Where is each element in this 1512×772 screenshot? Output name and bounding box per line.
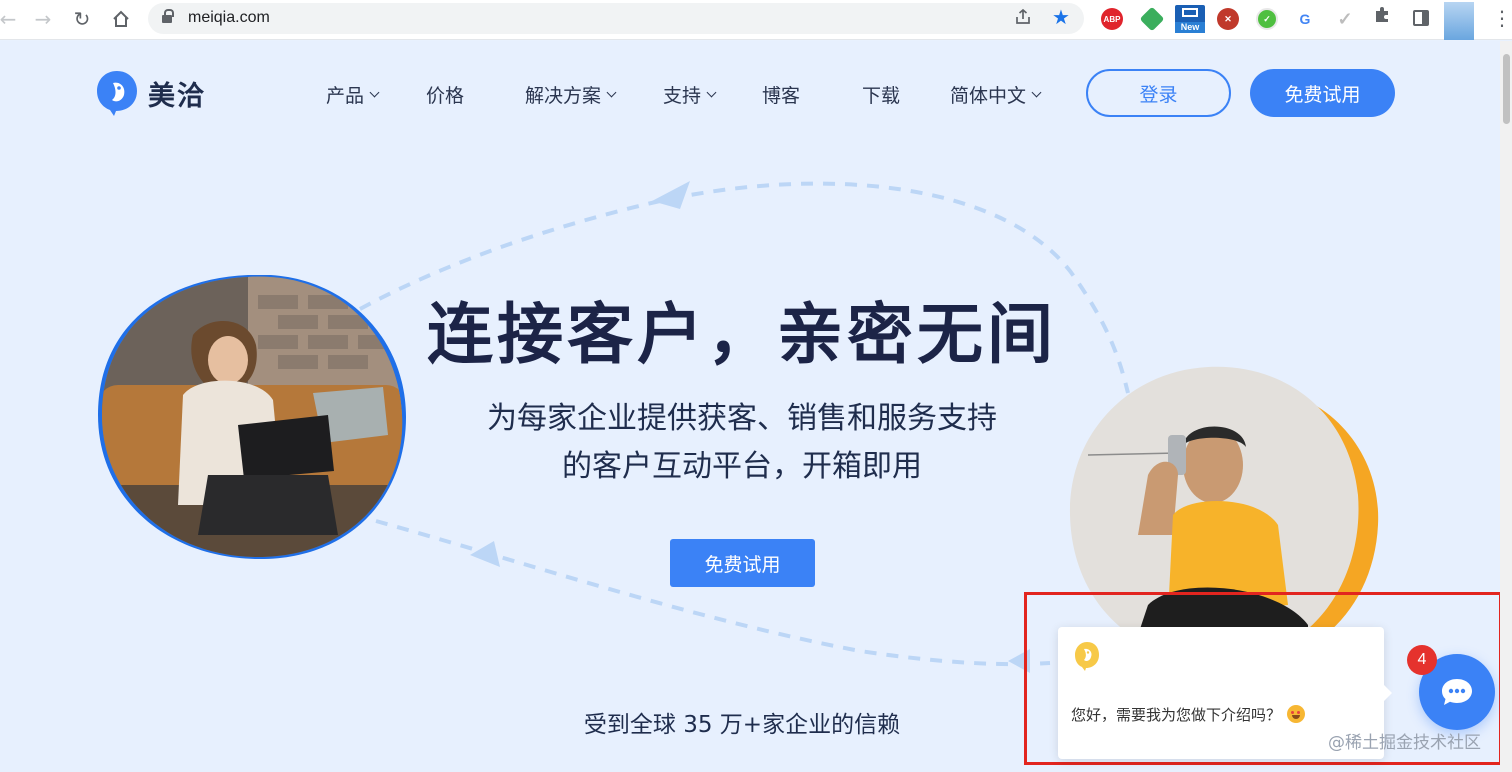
share-icon[interactable] bbox=[1014, 8, 1032, 31]
red-extension-icon[interactable]: ✕ bbox=[1217, 8, 1239, 30]
url-text[interactable]: meiqia.com bbox=[188, 9, 270, 27]
page-scrollbar[interactable] bbox=[1500, 41, 1512, 772]
chat-greeting-text: 您好，需要我为您做下介绍吗？ bbox=[1071, 704, 1306, 725]
page-content: 美洽 产品 价格 解决方案 支持 博客 下载 简体中文 登录 免费试用 连接客户… bbox=[0, 41, 1512, 772]
lock-icon bbox=[162, 9, 174, 24]
nav-item-language[interactable]: 简体中文 bbox=[950, 81, 1042, 108]
side-panel-icon[interactable] bbox=[1413, 10, 1429, 26]
unread-count-badge: 4 bbox=[1407, 645, 1437, 675]
nav-label: 价格 bbox=[426, 85, 465, 107]
reload-icon[interactable]: ↻ bbox=[68, 6, 96, 32]
adblock-extension-icon[interactable]: ABP bbox=[1101, 8, 1123, 30]
meiqia-logo-icon bbox=[97, 71, 137, 116]
hero-subtitle-line2: 的客户互动平台，开箱即用 bbox=[562, 449, 922, 484]
hero-title: 连接客户，亲密无间 bbox=[427, 296, 1057, 373]
chevron-down-icon bbox=[606, 87, 617, 98]
watermark: @稀土掘金技术社区 bbox=[1328, 733, 1481, 753]
nav-item-product[interactable]: 产品 bbox=[326, 81, 380, 108]
chevron-down-icon bbox=[1031, 87, 1042, 98]
translate-extension-icon[interactable]: G bbox=[1294, 8, 1316, 30]
chevron-down-icon bbox=[369, 87, 380, 98]
nav-label: 解决方案 bbox=[525, 85, 602, 107]
back-icon[interactable]: ← bbox=[0, 6, 22, 32]
nav-item-pricing[interactable]: 价格 bbox=[426, 81, 464, 108]
profile-avatar[interactable] bbox=[1444, 2, 1474, 40]
nav-label: 博客 bbox=[762, 85, 801, 107]
browser-toolbar: ← → ↻ meiqia.com ★ ABP New ✕ ✓ G ✓ ⋮ bbox=[0, 0, 1512, 40]
home-icon[interactable] bbox=[107, 6, 135, 32]
meiqia-logo[interactable]: 美洽 bbox=[96, 69, 206, 117]
nav-item-download[interactable]: 下载 bbox=[862, 81, 900, 108]
green-extension-icon[interactable] bbox=[1139, 6, 1165, 32]
check-extension-icon[interactable]: ✓ bbox=[1256, 8, 1278, 30]
bot-avatar-icon bbox=[1075, 642, 1099, 671]
scrollbar-thumb[interactable] bbox=[1503, 54, 1510, 124]
free-trial-button-hero[interactable]: 免费试用 bbox=[670, 539, 815, 587]
nav-item-blog[interactable]: 博客 bbox=[762, 81, 800, 108]
hero-subtitle-line1: 为每家企业提供获客、销售和服务支持 bbox=[487, 401, 997, 436]
tick-extension-icon[interactable]: ✓ bbox=[1334, 8, 1356, 30]
brand-name: 美洽 bbox=[148, 80, 206, 112]
login-button[interactable]: 登录 bbox=[1086, 69, 1231, 117]
forward-icon[interactable]: → bbox=[29, 6, 57, 32]
chat-icon bbox=[1442, 679, 1472, 705]
smiling-face-emoji-icon bbox=[1287, 705, 1306, 723]
nav-item-solutions[interactable]: 解决方案 bbox=[525, 81, 617, 108]
nav-label: 产品 bbox=[326, 85, 365, 107]
nav-item-support[interactable]: 支持 bbox=[663, 81, 717, 108]
free-trial-button-header[interactable]: 免费试用 bbox=[1250, 69, 1395, 117]
menu-icon[interactable]: ⋮ bbox=[1492, 6, 1512, 30]
chevron-down-icon bbox=[706, 87, 717, 98]
nav-label: 下载 bbox=[862, 85, 901, 107]
address-bar[interactable]: meiqia.com ★ bbox=[148, 3, 1084, 34]
puzzle-icon[interactable] bbox=[1373, 6, 1391, 29]
new-extension-icon[interactable]: New bbox=[1175, 5, 1205, 33]
nav-label: 简体中文 bbox=[950, 85, 1027, 107]
nav-label: 支持 bbox=[663, 85, 702, 107]
greeting-label: 您好，需要我为您做下介绍吗？ bbox=[1071, 706, 1282, 724]
star-icon[interactable]: ★ bbox=[1052, 5, 1070, 29]
